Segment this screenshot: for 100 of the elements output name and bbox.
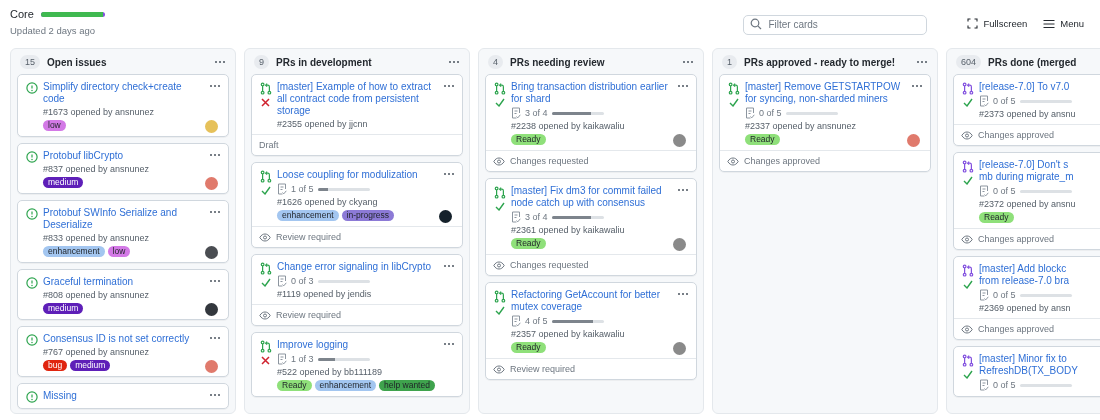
card[interactable]: Graceful termination #808 opened by ansnunez medium: [17, 269, 229, 320]
card-title[interactable]: [master] Remove GETSTARTPOW for syncing, non-sharded miners: [745, 81, 905, 105]
card[interactable]: Protobuf SWInfo Serialize and Deserialize #833 opened by ansnunez enhancement low: [17, 200, 229, 263]
task-progress-bar: [317, 187, 370, 191]
card-title[interactable]: Graceful termination: [43, 276, 203, 288]
card-title[interactable]: Change error signaling in libCrypto: [277, 261, 437, 273]
search-field[interactable]: Filter cards: [743, 14, 928, 35]
more-icon: [443, 264, 455, 268]
task-progress-bar: [551, 111, 604, 115]
card-meta: #1119 opened by jendis: [277, 289, 373, 299]
menu-button[interactable]: Menu: [1043, 18, 1084, 29]
pull-request-icon: [259, 340, 272, 353]
more-icon: [677, 84, 689, 88]
label[interactable]: medium: [43, 303, 84, 314]
eye-icon: [493, 156, 505, 166]
card-title[interactable]: [master] Minor fix to RefreshDB(TX_BODY: [979, 353, 1100, 377]
card[interactable]: Bring transaction distribution earlier for shard 3 of 4 #2238 opened by kaikawaliu Ready Changes requested: [485, 74, 697, 172]
label[interactable]: Ready: [511, 134, 546, 145]
label[interactable]: medium: [43, 177, 84, 188]
eye-icon: [961, 130, 973, 140]
card[interactable]: Simplify directory check+create code #1673 opened by ansnunez low: [17, 74, 229, 137]
card[interactable]: [master] Example of how to extract all contract code from persistent storage #2355 opened by jjcnn Draft: [251, 74, 463, 156]
label[interactable]: help wanted: [379, 380, 435, 391]
card[interactable]: Protobuf libCrypto #837 opened by ansnunez medium: [17, 143, 229, 194]
card[interactable]: [release-7.0] To v7.0 0 of 5 #2373 opened by ansnu Changes approved: [953, 74, 1100, 146]
card[interactable]: Consensus ID is not set correctly #767 opened by ansnunez bug medium: [17, 326, 229, 377]
column-title: PRs needing review: [510, 56, 606, 68]
card[interactable]: Improve logging 1 of 3 #522 opened by bb111189 Ready enhancement help wanted: [251, 332, 463, 397]
task-count: 0 of 5: [759, 108, 782, 118]
card-title[interactable]: [master] Fix dm3 for commit failed node catch up with consensus: [511, 185, 671, 209]
label[interactable]: medium: [70, 360, 111, 371]
pull-request-icon: [493, 82, 506, 95]
label[interactable]: Ready: [745, 134, 780, 145]
card[interactable]: [master] Fix dm3 for commit failed node catch up with consensus 3 of 4 #2361 opened by kaikawaliu Ready Changes requested: [485, 178, 697, 276]
label[interactable]: Ready: [277, 380, 312, 391]
card[interactable]: [release-7.0] Don't s mb during migrate_m 0 of 5 #2372 opened by ansnu Ready Changes approved: [953, 152, 1100, 250]
checklist-icon: [277, 353, 287, 365]
fullscreen-button[interactable]: Fullscreen: [967, 18, 1028, 29]
card-title[interactable]: Simplify directory check+create code: [43, 81, 203, 105]
task-count: 0 of 5: [993, 290, 1016, 300]
checklist-icon: [511, 211, 521, 223]
label[interactable]: bug: [43, 360, 68, 371]
task-count: 3 of 4: [525, 108, 548, 118]
label[interactable]: low: [43, 120, 66, 131]
checklist-icon: [979, 185, 989, 197]
card-title[interactable]: Refactoring GetAccount for better mutex coverage: [511, 289, 671, 313]
more-icon: [677, 188, 689, 192]
label[interactable]: Ready: [511, 342, 546, 353]
card[interactable]: [master] Remove GETSTARTPOW for syncing, non-sharded miners 0 of 5 #2337 opened by ansnunez Ready Changes approved: [719, 74, 931, 172]
pull-request-icon: [961, 160, 974, 173]
label[interactable]: Ready: [511, 238, 546, 249]
card-title[interactable]: Loose coupling for modulization: [277, 169, 437, 181]
label[interactable]: enhancement: [43, 246, 105, 257]
review-status: Changes approved: [978, 130, 1055, 140]
label[interactable]: enhancement: [277, 210, 339, 221]
task-count: 0 of 5: [993, 186, 1016, 196]
more-icon: [209, 336, 221, 340]
label[interactable]: Ready: [979, 212, 1014, 223]
card-count: 4: [488, 55, 503, 69]
card-title[interactable]: Protobuf SWInfo Serialize and Deserialize: [43, 207, 203, 231]
card-title[interactable]: Improve logging: [277, 339, 437, 351]
avatar-icon[interactable]: [439, 210, 452, 223]
card-title[interactable]: Bring transaction distribution earlier for shard: [511, 81, 671, 105]
card-meta: #837 opened by ansnunez: [43, 164, 151, 174]
label[interactable]: low: [107, 246, 131, 257]
column-title: PRs in development: [276, 56, 373, 68]
card-title[interactable]: Consensus ID is not set correctly: [43, 333, 203, 345]
card[interactable]: [master] Minor fix to RefreshDB(TX_BODY 0 of 5: [953, 346, 1100, 397]
project-title: Core: [10, 8, 34, 20]
card[interactable]: Refactoring GetAccount for better mutex coverage 4 of 5 #2357 opened by kaikawaliu Ready Review required: [485, 282, 697, 380]
more-icon: [209, 393, 221, 397]
eye-icon: [961, 234, 973, 244]
card-title[interactable]: Protobuf libCrypto: [43, 150, 203, 162]
more-icon: [916, 60, 928, 64]
avatar-icon[interactable]: [205, 303, 218, 316]
card[interactable]: Missing: [17, 383, 229, 409]
checklist-icon: [277, 275, 287, 287]
card-meta: #2373 opened by ansnu: [979, 109, 1077, 119]
card[interactable]: Loose coupling for modulization 1 of 5 #1626 opened by ckyang enhancement in-progress Review required: [251, 162, 463, 248]
card[interactable]: [master] Add blockc from release-7.0 bra 0 of 5 #2369 opened by ansn Changes approved: [953, 256, 1100, 340]
card-title[interactable]: Missing: [43, 390, 203, 402]
card-title[interactable]: [master] Example of how to extract all contract code from persistent storage: [277, 81, 437, 117]
fullscreen-icon: [967, 18, 979, 29]
checklist-icon: [979, 289, 989, 301]
issue-icon: [25, 208, 38, 220]
card-count: 15: [20, 55, 40, 69]
avatar-icon[interactable]: [205, 246, 218, 259]
card-meta: #1626 opened by ckyang: [277, 197, 379, 207]
card-title[interactable]: [release-7.0] Don't s mb during migrate_m: [979, 159, 1100, 183]
more-icon: [448, 60, 460, 64]
label[interactable]: enhancement: [314, 380, 377, 391]
review-status: Changes requested: [510, 156, 589, 166]
card[interactable]: Change error signaling in libCrypto 0 of 3 #1119 opened by jendis Review required: [251, 254, 463, 326]
label[interactable]: in-progress: [341, 210, 395, 221]
menu-icon: [1043, 18, 1056, 29]
card-title[interactable]: [release-7.0] To v7.0: [979, 81, 1100, 93]
more-icon: [443, 342, 455, 346]
issue-icon: [25, 334, 38, 346]
column-title: Open issues: [47, 56, 108, 68]
card-title[interactable]: [master] Add blockc from release-7.0 bra: [979, 263, 1100, 287]
